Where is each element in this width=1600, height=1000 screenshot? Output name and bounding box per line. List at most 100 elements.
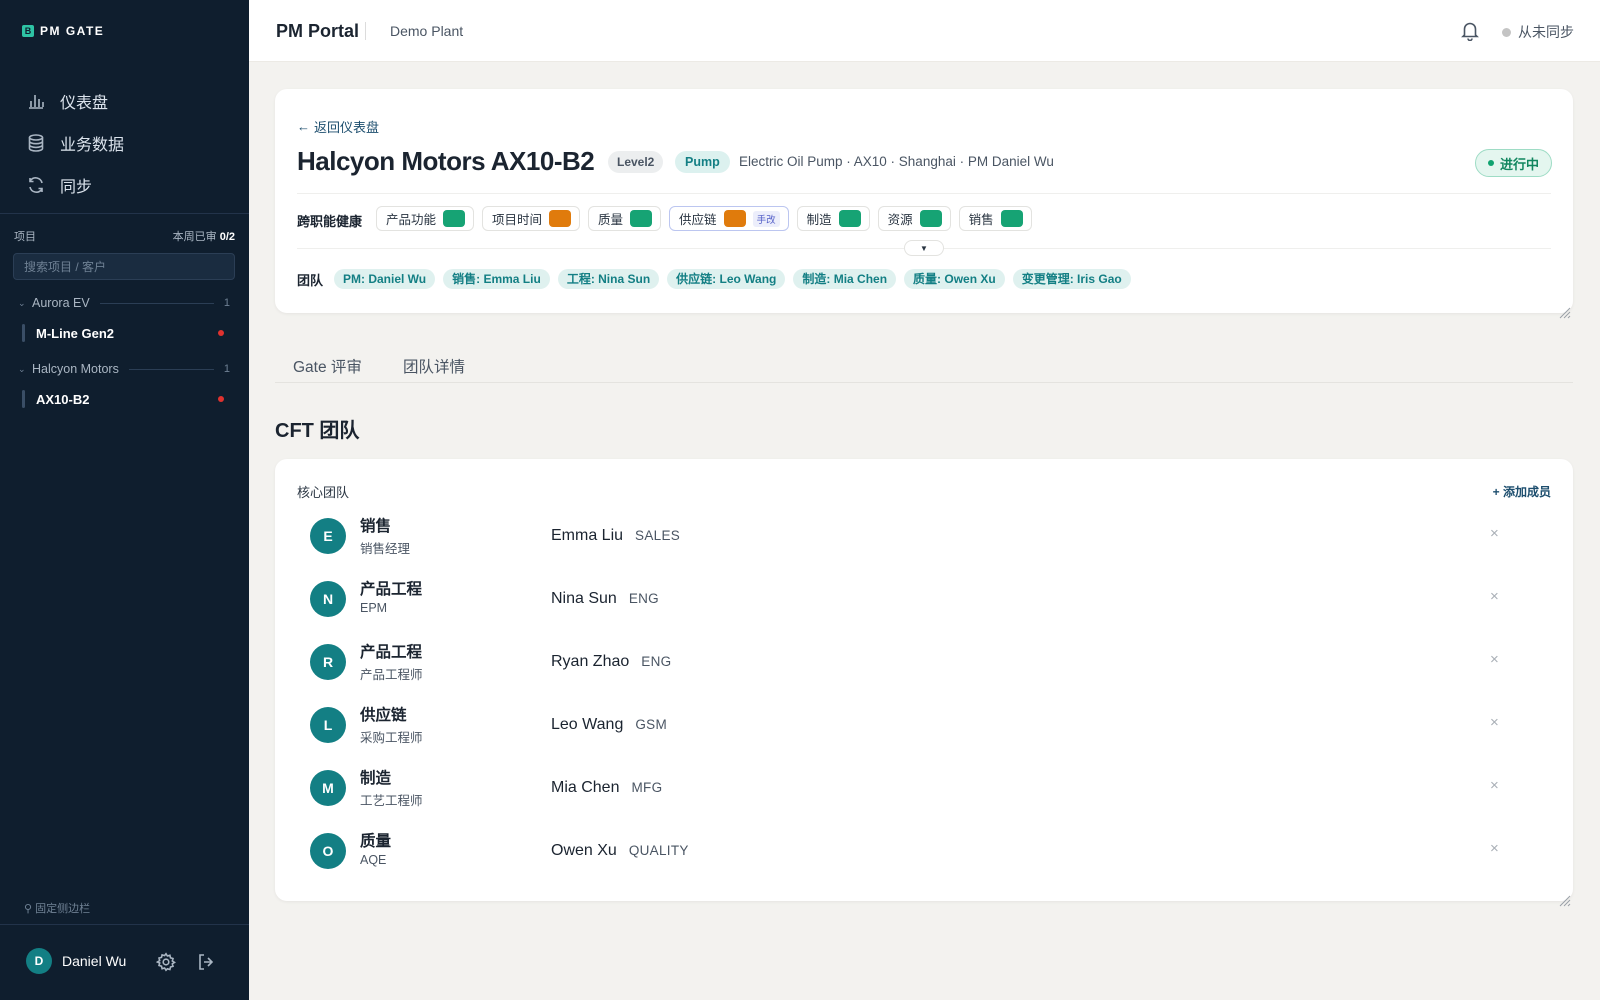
settings-button[interactable] (155, 952, 176, 972)
project-header-card: ← 返回仪表盘 Halcyon Motors AX10-B2 Level2 Pu… (275, 89, 1573, 319)
current-user[interactable]: D Daniel Wu (26, 948, 126, 974)
member-role: 工艺工程师 (360, 794, 423, 808)
member-role: 采购工程师 (360, 731, 423, 745)
health-chip-resources[interactable]: 资源 (877, 206, 951, 231)
nav-item-business-data[interactable]: 业务数据 (14, 122, 234, 164)
sidebar: B PM GATE 仪表盘 业务数据 同步 项目 本周已审 0/2 ⌄ Auro… (0, 0, 249, 1000)
back-link-label: 返回仪表盘 (314, 120, 380, 135)
health-status-swatch (549, 210, 572, 227)
logout-button[interactable] (196, 952, 216, 972)
project-title: Halcyon Motors AX10-B2 (297, 146, 595, 176)
member-dept: MFG (631, 780, 663, 795)
sync-status[interactable]: 从未同步 (1502, 22, 1574, 42)
back-to-dashboard-link[interactable]: ← 返回仪表盘 (297, 117, 379, 136)
divider (297, 193, 1551, 194)
weekly-reviewed: 本周已审 0/2 (173, 228, 235, 244)
project-item-ax10-b2[interactable]: AX10-B2 (22, 388, 230, 410)
member-row: N 产品工程 EPM Nina Sun ENG × (310, 575, 1550, 625)
core-team-label: 核心团队 (297, 485, 350, 500)
remove-member-button[interactable]: × (1490, 588, 1499, 605)
team-chip[interactable]: 供应链: Leo Wang (667, 269, 786, 289)
project-group-halcyon-motors[interactable]: ⌄ Halcyon Motors 1 (18, 362, 230, 376)
remove-member-button[interactable]: × (1490, 525, 1499, 542)
team-chip[interactable]: 销售: Emma Liu (443, 269, 550, 289)
member-function: 质量 (360, 833, 392, 850)
avatar: R (310, 644, 346, 680)
member-function: 销售 (360, 518, 392, 535)
health-chip-quality[interactable]: 质量 (588, 206, 662, 231)
member-name: Ryan Zhao (551, 653, 630, 670)
resize-handle-icon[interactable] (1559, 307, 1571, 319)
team-chip[interactable]: 制造: Mia Chen (793, 269, 897, 289)
project-group-aurora-ev[interactable]: ⌄ Aurora EV 1 (18, 296, 230, 310)
database-icon (28, 134, 44, 152)
group-name: Halcyon Motors (32, 362, 119, 376)
resize-handle-icon[interactable] (1559, 895, 1571, 907)
health-status-swatch (443, 210, 466, 227)
health-chip-manufacturing[interactable]: 制造 (796, 206, 870, 231)
nav-item-label: 同步 (60, 179, 93, 196)
remove-member-button[interactable]: × (1490, 840, 1499, 857)
member-name: Leo Wang (551, 716, 624, 733)
member-row: R 产品工程 产品工程师 Ryan Zhao ENG × (310, 638, 1550, 688)
tab-gate-review[interactable]: Gate 评审 (293, 355, 362, 377)
status-dot (1487, 160, 1494, 166)
group-count: 1 (223, 363, 230, 375)
group-rule (99, 302, 214, 304)
health-chip-label: 资源 (887, 213, 913, 227)
arrow-left-icon: ← (297, 119, 310, 134)
health-chip-sales[interactable]: 销售 (958, 206, 1032, 231)
logo-mark-icon: B (22, 25, 34, 37)
caret-down-icon: ▼ (920, 243, 928, 253)
member-dept: GSM (635, 717, 667, 732)
avatar: M (310, 770, 346, 806)
health-status-swatch (919, 210, 942, 227)
project-search-input[interactable] (13, 253, 235, 280)
sidebar-divider (0, 213, 249, 214)
sync-status-dot (1502, 27, 1511, 37)
member-name-cell: Mia Chen MFG (551, 779, 662, 797)
member-name: Owen Xu (551, 842, 617, 859)
pin-sidebar-toggle[interactable]: ⚲ 固定侧边栏 (24, 900, 90, 916)
member-role: EPM (360, 601, 388, 615)
team-chip[interactable]: 工程: Nina Sun (557, 269, 660, 289)
member-role: AQE (360, 853, 387, 867)
member-role: 产品工程师 (360, 668, 423, 682)
nav-item-sync[interactable]: 同步 (14, 164, 234, 206)
member-row: E 销售 销售经理 Emma Liu SALES × (310, 512, 1550, 562)
user-name: Daniel Wu (62, 953, 127, 969)
health-chip-label: 销售 (968, 213, 994, 227)
member-row: M 制造 工艺工程师 Mia Chen MFG × (310, 764, 1550, 814)
remove-member-button[interactable]: × (1490, 714, 1499, 731)
app-title[interactable]: PM Portal (276, 21, 359, 42)
project-item-m-line-gen2[interactable]: M-Line Gen2 (22, 322, 230, 344)
team-chip[interactable]: 质量: Owen Xu (904, 269, 1005, 289)
tab-team-details[interactable]: 团队详情 (403, 355, 465, 377)
core-team-card: 核心团队 + 添加成员 E 销售 销售经理 Emma Liu SALES × N … (275, 459, 1573, 907)
remove-member-button[interactable]: × (1490, 651, 1499, 668)
member-name: Nina Sun (551, 590, 617, 607)
nav-item-dashboard[interactable]: 仪表盘 (14, 80, 234, 122)
member-dept: ENG (628, 591, 659, 606)
health-chip-timing[interactable]: 项目时间 (482, 206, 581, 231)
health-status-swatch (630, 210, 653, 227)
notifications-button[interactable] (1459, 19, 1481, 42)
health-chip-product[interactable]: 产品功能 (376, 206, 475, 231)
member-name-cell: Ryan Zhao ENG (551, 653, 671, 671)
team-chip[interactable]: PM: Daniel Wu (334, 269, 436, 289)
remove-member-button[interactable]: × (1490, 777, 1499, 794)
main-nav: 仪表盘 业务数据 同步 (14, 80, 234, 206)
type-badge: Pump (675, 151, 730, 173)
health-chip-label: 质量 (598, 213, 624, 227)
team-label: 团队 (297, 273, 324, 288)
bell-icon (1461, 22, 1479, 42)
app-logo[interactable]: B PM GATE (22, 24, 104, 38)
health-label: 跨职能健康 (297, 214, 363, 229)
project-item-bar (22, 324, 25, 342)
health-chip-label: 供应链 (679, 213, 717, 227)
team-chip[interactable]: 变更管理: Iris Gao (1012, 269, 1131, 289)
health-chip-supply-chain[interactable]: 供应链 手改 (669, 206, 789, 231)
sidebar-divider (0, 924, 249, 925)
expand-health-button[interactable]: ▼ (904, 240, 944, 256)
add-member-button[interactable]: + 添加成员 (1493, 483, 1551, 500)
